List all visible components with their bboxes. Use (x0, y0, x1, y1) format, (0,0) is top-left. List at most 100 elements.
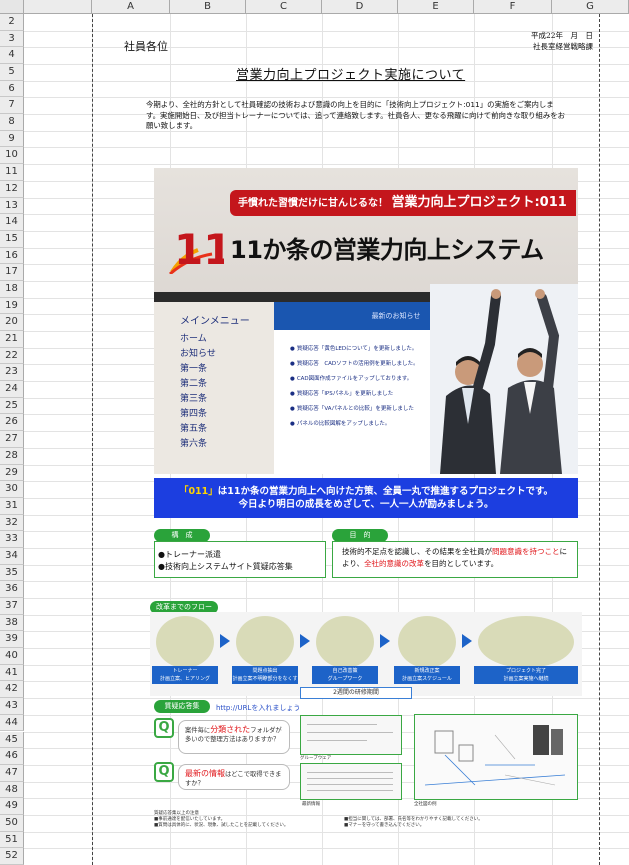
column-header-f[interactable]: F (474, 0, 552, 14)
row-header-9[interactable]: 9 (0, 130, 24, 148)
row-header-13[interactable]: 13 (0, 197, 24, 215)
flow-step-title: プロジェクト完了 (505, 668, 546, 674)
row-header-31[interactable]: 31 (0, 497, 24, 515)
row-header-17[interactable]: 17 (0, 264, 24, 281)
project-code: 「011」 (178, 486, 218, 497)
menu-item-article-6[interactable]: 第六条 (180, 437, 274, 452)
row-header-26[interactable]: 26 (0, 414, 24, 432)
page-title: 営業力向上プロジェクト実施について (236, 68, 466, 83)
row-header-45[interactable]: 45 (0, 731, 24, 749)
question-1: 案件毎に分類されたフォルダが多いので整理方法はありますか？ (178, 720, 290, 754)
row-header-15[interactable]: 15 (0, 230, 24, 248)
page-break-left (92, 14, 93, 865)
menu-item-article-3[interactable]: 第三条 (180, 392, 274, 407)
row-header-2[interactable]: 2 (0, 14, 24, 31)
row-header-8[interactable]: 8 (0, 114, 24, 131)
businessmen-photo (430, 284, 578, 474)
row-header-22[interactable]: 22 (0, 347, 24, 365)
row-header-23[interactable]: 23 (0, 364, 24, 382)
menu-item-article-1[interactable]: 第一条 (180, 362, 274, 377)
grid-line (24, 581, 629, 583)
row-header-29[interactable]: 29 (0, 464, 24, 482)
row-header-48[interactable]: 48 (0, 781, 24, 799)
row-header-27[interactable]: 27 (0, 431, 24, 448)
row-header-7[interactable]: 7 (0, 97, 24, 115)
flow-step-caption: トレーナー 計画立案、ヒアリング (152, 666, 218, 684)
main-menu: メインメニュー ホーム お知らせ 第一条 第二条 第三条 第四条 第五条 第六条 (154, 302, 274, 474)
row-header-33[interactable]: 33 (0, 531, 24, 548)
row-header-50[interactable]: 50 (0, 814, 24, 832)
row-header-12[interactable]: 12 (0, 180, 24, 198)
purpose-text-c: を目的としています。 (424, 559, 499, 568)
analyst-figure-icon (236, 616, 294, 668)
row-header-14[interactable]: 14 (0, 214, 24, 231)
row-header-34[interactable]: 34 (0, 547, 24, 565)
row-header-18[interactable]: 18 (0, 280, 24, 298)
menu-item-article-4[interactable]: 第四条 (180, 407, 274, 422)
row-header-3[interactable]: 3 (0, 30, 24, 48)
row-header-42[interactable]: 42 (0, 681, 24, 699)
row-header-21[interactable]: 21 (0, 331, 24, 348)
row-header-40[interactable]: 40 (0, 648, 24, 665)
column-header-stub[interactable] (24, 0, 92, 14)
addressee: 社員各位 (124, 40, 168, 53)
row-header-36[interactable]: 36 (0, 581, 24, 598)
row-header-35[interactable]: 35 (0, 564, 24, 582)
row-header-49[interactable]: 49 (0, 798, 24, 815)
row-header-6[interactable]: 6 (0, 80, 24, 98)
tagline: 手慣れた習慣だけに甘んじるな！ (238, 198, 388, 209)
row-header-51[interactable]: 51 (0, 831, 24, 849)
row-header-37[interactable]: 37 (0, 598, 24, 615)
row-header-10[interactable]: 10 (0, 147, 24, 165)
row-header-24[interactable]: 24 (0, 381, 24, 398)
layout-diagram-icon (424, 725, 566, 786)
menu-title: メインメニュー (180, 316, 250, 327)
purpose-highlight-1: 問題意識を持つこと (492, 547, 560, 556)
column-header-d[interactable]: D (322, 0, 398, 14)
row-header-16[interactable]: 16 (0, 247, 24, 265)
grid-line (24, 531, 629, 533)
row-header-4[interactable]: 4 (0, 47, 24, 65)
row-header-32[interactable]: 32 (0, 514, 24, 532)
flow-step-sub: 計画立案スケジュール (402, 676, 452, 682)
purpose-text-a: 技術的不足点を認識し、その結果を全社員が (342, 547, 492, 556)
column-header-b[interactable]: B (170, 0, 246, 14)
row-header-47[interactable]: 47 (0, 764, 24, 782)
footnote-right: ■担当に関しては、部署、氏名等をわかりやすく記載してください。 ■マナーを守って… (344, 817, 578, 829)
row-header-30[interactable]: 30 (0, 481, 24, 498)
screenshot-line (307, 790, 393, 791)
q1-highlight: 分類された (210, 725, 251, 734)
column-header-g[interactable]: G (552, 0, 629, 14)
row-header-25[interactable]: 25 (0, 397, 24, 415)
row-header-52[interactable]: 52 (0, 848, 24, 865)
website-banner-image: 手慣れた習慣だけに甘んじるな！ 営業力向上プロジェクト:011 11 11か条の… (154, 168, 578, 474)
column-header-c[interactable]: C (246, 0, 322, 14)
flow-step-sub: 計画立案不明瞭部分をなくす (232, 676, 298, 682)
column-header-a[interactable]: A (92, 0, 170, 14)
menu-item-article-5[interactable]: 第五条 (180, 422, 274, 437)
row-header-5[interactable]: 5 (0, 64, 24, 81)
intro-paragraph: 今期より、全社的方針として社員確認の技術および意識の向上を目的に「技術向上プロジ… (146, 100, 566, 130)
menu-item-article-2[interactable]: 第二条 (180, 377, 274, 392)
row-header-44[interactable]: 44 (0, 714, 24, 732)
layout-diagram-screenshot (414, 714, 578, 800)
row-header-46[interactable]: 46 (0, 748, 24, 765)
row-header-39[interactable]: 39 (0, 631, 24, 649)
qa-url-link[interactable]: http://URLを入れましょう (216, 703, 300, 713)
tagline-pill: 手慣れた習慣だけに甘んじるな！ 営業力向上プロジェクト:011 (230, 190, 576, 216)
menu-item-news[interactable]: お知らせ (180, 347, 274, 362)
row-header-41[interactable]: 41 (0, 664, 24, 682)
select-all-corner[interactable] (0, 0, 24, 14)
row-header-20[interactable]: 20 (0, 314, 24, 332)
column-header-e[interactable]: E (398, 0, 474, 14)
qa-tag: 質疑応答集 (154, 700, 210, 713)
row-header-28[interactable]: 28 (0, 447, 24, 465)
row-header-11[interactable]: 11 (0, 164, 24, 181)
menu-item-home[interactable]: ホーム (180, 332, 274, 347)
arrow-right-icon (462, 634, 472, 648)
question-icon: Q (154, 718, 174, 738)
row-header-38[interactable]: 38 (0, 614, 24, 632)
row-header-43[interactable]: 43 (0, 698, 24, 715)
row-header-19[interactable]: 19 (0, 297, 24, 315)
flow-step-sub: 計画立案、ヒアリング (159, 676, 210, 682)
